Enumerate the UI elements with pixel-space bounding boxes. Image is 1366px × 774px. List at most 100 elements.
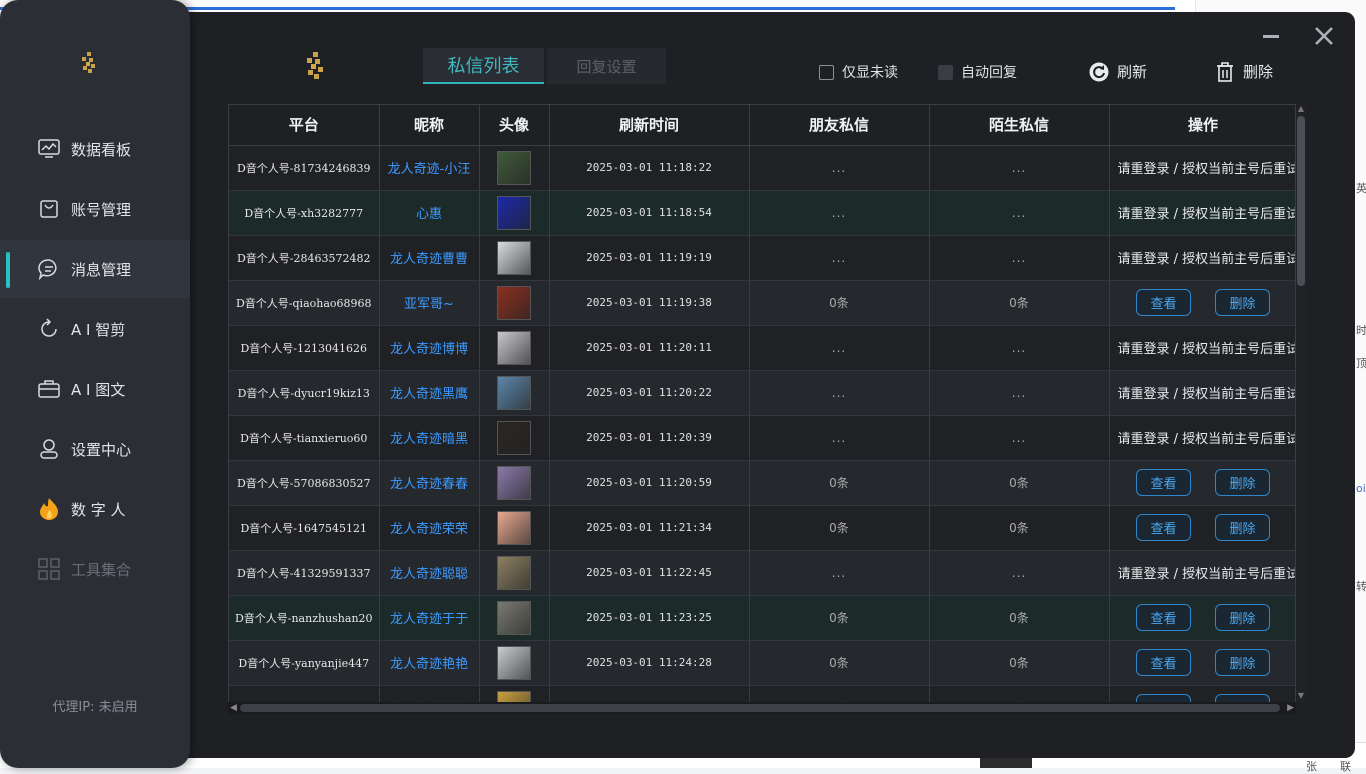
delete-row-button[interactable]: 删除 — [1215, 469, 1270, 496]
delete-row-button[interactable]: 删除 — [1215, 289, 1270, 316]
table-row[interactable]: D音个人号-tianxieruo60 龙人奇迹暗黑 2025-03-01 11:20… — [229, 415, 1295, 461]
sidebar-item-ai-clip[interactable]: A I 智剪 — [0, 300, 190, 358]
avatar-cell — [479, 640, 550, 686]
scrollbar-thumb[interactable] — [1297, 116, 1305, 286]
table-row[interactable]: D音个人号-qiaohao68968 亚军哥~ 2025-03-01 11:19:3… — [229, 280, 1295, 326]
nickname-link[interactable]: 龙人奇迹于于 — [379, 595, 480, 641]
table-row[interactable]: D音个人号-41329591337 龙人奇迹聪聪 2025-03-01 11:22:… — [229, 550, 1295, 596]
tab-message-list[interactable]: 私信列表 — [423, 48, 544, 84]
table-row[interactable]: D音个人号-nanzhushan20 龙人奇迹于于 2025-03-01 11:23… — [229, 595, 1295, 641]
view-button[interactable]: 查看 — [1136, 514, 1191, 541]
friend-messages: ... — [749, 550, 930, 596]
minimize-button[interactable] — [1263, 35, 1279, 38]
tab-reply-settings[interactable]: 回复设置 — [547, 48, 666, 84]
table-row[interactable]: D音个人号-xh3282777 心惠 2025-03-01 11:18:54....… — [229, 190, 1295, 236]
nickname-link[interactable]: 龙人奇迹曹曹 — [379, 235, 480, 281]
table-row[interactable]: D音个人号-81734246839 龙人奇迹-小汪 2025-03-01 11:18… — [229, 145, 1295, 191]
friend-messages: 0条 — [749, 280, 930, 326]
sidebar-item-label: A I 图文 — [71, 380, 126, 399]
sidebar-item-label: 设置中心 — [71, 440, 132, 459]
nickname-link[interactable]: 龙人奇迹聪聪 — [379, 550, 480, 596]
vertical-scrollbar[interactable]: ▲ ▼ — [1296, 104, 1306, 702]
table-row[interactable]: D音个人号-57086830527 龙人奇迹春春 2025-03-01 11:20:… — [229, 460, 1295, 506]
sidebar-item-messages[interactable]: 消息管理 — [0, 240, 190, 298]
column-header: 平台 — [229, 105, 380, 146]
nickname-link[interactable]: 龙人奇迹荣荣 — [379, 505, 480, 551]
scroll-right-arrow[interactable]: ▶ — [1287, 703, 1294, 713]
auto-reply-checkbox[interactable]: 自动回复 — [938, 62, 1017, 82]
proxy-status: 代理IP: 未启用 — [52, 700, 138, 715]
nickname-link[interactable]: 龙人奇迹艳艳 — [379, 640, 480, 686]
refresh-time: 2025-03-01 11:20:59 — [549, 460, 750, 506]
close-icon[interactable] — [1313, 25, 1335, 47]
actions-cell: 查看删除 — [1109, 595, 1295, 641]
sidebar-item-tools[interactable]: 工具集合 — [0, 540, 190, 598]
horizontal-scrollbar[interactable]: ◀ ▶ — [228, 702, 1296, 714]
platform-cell: D音个人号-nanzhushan20 — [229, 595, 380, 641]
avatar-cell — [479, 595, 550, 641]
nickname-link[interactable]: 心惠 — [379, 190, 480, 236]
checkbox-label: 仅显未读 — [842, 65, 898, 81]
status-message: 请重登录 / 授权当前主号后重试. — [1109, 550, 1295, 596]
view-button[interactable]: 查看 — [1136, 289, 1191, 316]
nickname-link[interactable]: 亚军哥~ — [379, 280, 480, 326]
avatar — [497, 555, 531, 590]
background-text: 英 — [1356, 182, 1366, 195]
background-text: 联 — [1340, 760, 1351, 773]
table-row[interactable]: D音个人号-28463572482 龙人奇迹曹曹 2025-03-01 11:19:… — [229, 235, 1295, 281]
column-header: 头像 — [479, 105, 550, 146]
background-text: 时 — [1356, 324, 1366, 337]
brand-logo — [307, 52, 323, 79]
refresh-time: 2025-03-01 11:22:45 — [549, 550, 750, 596]
scroll-up-arrow[interactable]: ▲ — [1297, 105, 1305, 113]
delete-row-button[interactable]: 删除 — [1215, 514, 1270, 541]
column-header: 操作 — [1109, 105, 1295, 146]
avatar — [497, 465, 531, 500]
table-row[interactable]: D音个人号-yanyanjie447 龙人奇迹艳艳 2025-03-01 11:24… — [229, 640, 1295, 686]
avatar-cell — [479, 190, 550, 236]
stranger-messages: ... — [929, 145, 1110, 191]
table-row[interactable]: D音个人号-1647545121 龙人奇迹荣荣 2025-03-01 11:21:3… — [229, 505, 1295, 551]
app-logo — [82, 52, 95, 73]
table-row[interactable]: D音个人号-1213041626 龙人奇迹博博 2025-03-01 11:20:1… — [229, 325, 1295, 371]
friend-messages: 0条 — [749, 640, 930, 686]
sidebar-item-dashboard[interactable]: 数据看板 — [0, 120, 190, 178]
sidebar-item-digital-human[interactable]: 数 字 人 — [0, 480, 190, 538]
refresh-button[interactable]: 刷新 — [1089, 61, 1147, 82]
status-message: 请重登录 / 授权当前主号后重试. — [1109, 235, 1295, 281]
nickname-link[interactable]: 龙人奇迹暗黑 — [379, 415, 480, 461]
sidebar-item-settings[interactable]: 设置中心 — [0, 420, 190, 478]
view-button[interactable]: 查看 — [1136, 604, 1191, 631]
avatar — [497, 330, 531, 365]
avatar-cell — [479, 325, 550, 371]
refresh-time: 2025-03-01 11:19:38 — [549, 280, 750, 326]
checkbox-box[interactable] — [819, 64, 834, 80]
nickname-link[interactable]: 龙人奇迹博博 — [379, 325, 480, 371]
table-row[interactable]: D音个人号-dyucr19kiz13 龙人奇迹黑鹰 2025-03-01 11:20… — [229, 370, 1295, 416]
platform-cell: D音个人号-qiaohao68968 — [229, 280, 380, 326]
platform-cell: D音个人号-1213041626 — [229, 325, 380, 371]
refresh-time: 2025-03-01 11:19:19 — [549, 235, 750, 281]
checkbox-box[interactable] — [938, 64, 953, 80]
delete-row-button[interactable]: 删除 — [1215, 604, 1270, 631]
view-button[interactable]: 查看 — [1136, 469, 1191, 496]
avatar-cell — [479, 550, 550, 596]
nickname-link[interactable]: 龙人奇迹黑鹰 — [379, 370, 480, 416]
status-message: 请重登录 / 授权当前主号后重试. — [1109, 370, 1295, 416]
nickname-link[interactable]: 龙人奇迹-小汪 — [379, 145, 480, 191]
refresh-cycle-icon — [37, 317, 61, 341]
scroll-down-arrow[interactable]: ▼ — [1297, 692, 1305, 700]
friend-messages: ... — [749, 235, 930, 281]
scrollbar-thumb[interactable] — [240, 704, 1280, 712]
view-button[interactable]: 查看 — [1136, 649, 1191, 676]
nickname-link[interactable]: 龙人奇迹春春 — [379, 460, 480, 506]
platform-cell: D音个人号-81734246839 — [229, 145, 380, 191]
scroll-left-arrow[interactable]: ◀ — [230, 703, 237, 713]
delete-row-button[interactable]: 删除 — [1215, 649, 1270, 676]
platform-cell: D音个人号-41329591337 — [229, 550, 380, 596]
sidebar-item-ai-image[interactable]: A I 图文 — [0, 360, 190, 418]
delete-all-button[interactable]: 删除 — [1215, 61, 1273, 82]
sidebar-item-accounts[interactable]: 账号管理 — [0, 180, 190, 238]
bag-icon — [37, 197, 61, 221]
unread-only-checkbox[interactable]: 仅显未读 — [819, 62, 898, 82]
